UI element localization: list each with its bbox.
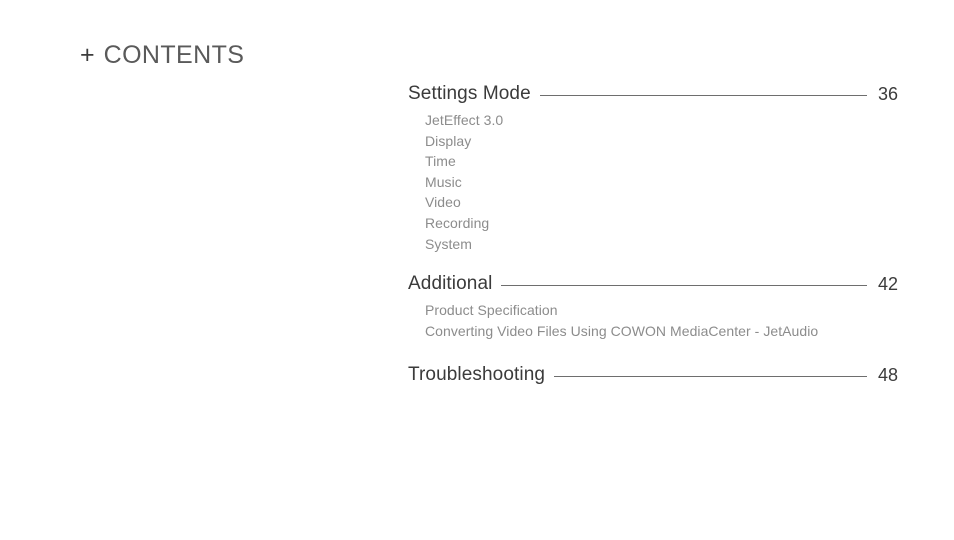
toc-section-title: Troubleshooting: [408, 364, 546, 386]
list-item[interactable]: System: [425, 234, 898, 255]
list-item[interactable]: Video: [425, 192, 898, 213]
toc-page-number: 42: [877, 274, 898, 295]
leader-line: [539, 94, 867, 96]
plus-icon: +: [80, 41, 95, 69]
toc-section-row[interactable]: Troubleshooting 48: [408, 363, 898, 387]
list-item[interactable]: Music: [425, 172, 898, 193]
toc-section: Settings Mode 36 JetEffect 3.0 Display T…: [408, 82, 898, 254]
toc-section-row[interactable]: Settings Mode 36: [408, 82, 898, 106]
toc-section: Troubleshooting 48: [408, 359, 898, 387]
list-item[interactable]: Converting Video Files Using COWON Media…: [425, 321, 898, 342]
page-title: CONTENTS: [103, 41, 245, 69]
list-item[interactable]: Product Specification: [425, 300, 898, 321]
toc-subitem-list: JetEffect 3.0 Display Time Music Video R…: [408, 110, 898, 254]
list-item[interactable]: Recording: [425, 213, 898, 234]
toc-section-title: Additional: [408, 273, 493, 295]
toc-section: Additional 42 Product Specification Conv…: [408, 272, 898, 341]
leader-line: [501, 284, 867, 286]
list-item[interactable]: Display: [425, 131, 898, 152]
leader-line: [554, 375, 867, 377]
toc-section-row[interactable]: Additional 42: [408, 272, 898, 296]
list-item[interactable]: JetEffect 3.0: [425, 110, 898, 131]
toc-page-number: 48: [877, 365, 898, 386]
page-header: + CONTENTS: [80, 43, 244, 68]
table-of-contents: Settings Mode 36 JetEffect 3.0 Display T…: [408, 82, 898, 387]
list-item[interactable]: Time: [425, 151, 898, 172]
toc-subitem-list: Product Specification Converting Video F…: [408, 300, 898, 341]
toc-section-title: Settings Mode: [408, 83, 531, 104]
toc-page-number: 36: [877, 84, 898, 104]
